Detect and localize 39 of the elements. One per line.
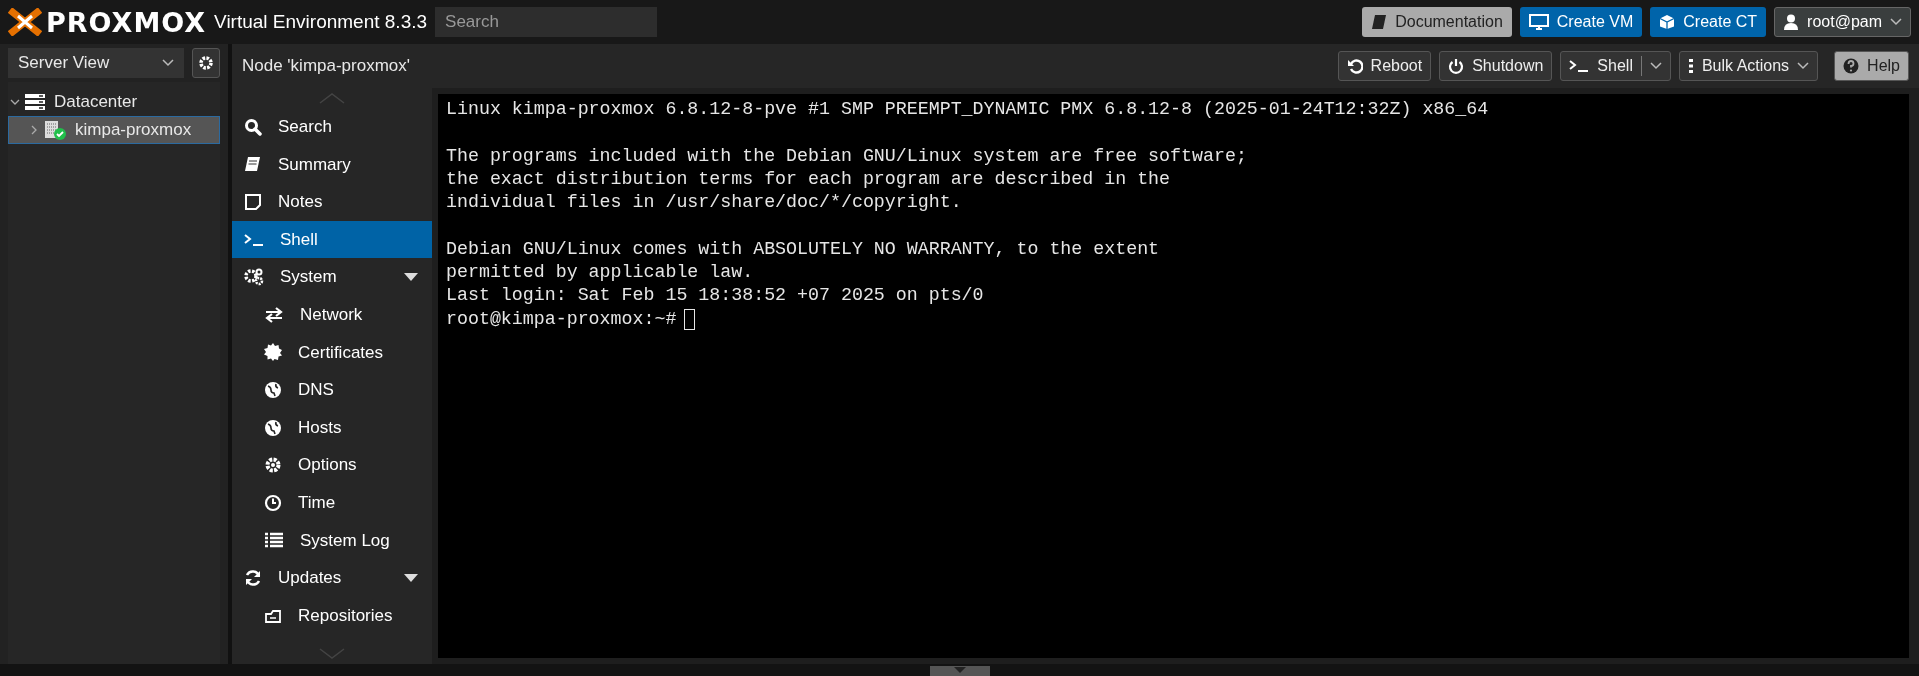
header-button[interactable]: root@pam — [1774, 7, 1911, 37]
header-button[interactable]: Documentation — [1362, 7, 1512, 37]
nav-item[interactable]: Options — [232, 446, 432, 484]
terminal-line: Last login: Sat Feb 15 18:38:52 +07 2025 on pts/0 — [446, 284, 985, 308]
toolbar-button[interactable]: Shutdown — [1439, 51, 1553, 81]
nav-item[interactable]: Notes — [232, 183, 432, 221]
toolbar-button[interactable]: Shell — [1560, 51, 1671, 81]
nav-item[interactable]: DNS — [232, 371, 432, 409]
terminal-line: the exact distribution terms for each program are described in the — [446, 167, 1172, 191]
nav-item[interactable]: System Log — [232, 521, 432, 560]
logo-text: PROXMOX — [46, 8, 207, 36]
terminal-line: The programs included with the Debian GNU/Linux system are free software; — [446, 144, 1248, 168]
product-name: Virtual Environment 8.3.3 — [214, 9, 428, 34]
terminal-line: permitted by applicable law. — [446, 261, 755, 285]
nav-item[interactable]: System — [232, 258, 432, 296]
nav-item[interactable]: Time — [232, 483, 432, 522]
search-field[interactable]: Search — [435, 7, 658, 37]
terminal-line: individual files in /usr/share/doc/*/copyright. — [446, 191, 963, 215]
toolbar-button[interactable]: Bulk Actions — [1678, 51, 1819, 81]
nav-item[interactable]: Summary — [232, 145, 432, 184]
nav-item[interactable]: Search — [232, 108, 432, 146]
toolbar-button[interactable]: Reboot — [1337, 51, 1432, 81]
tree-item[interactable]: kimpa-proxmox — [8, 116, 220, 144]
view-selector[interactable]: Server View — [8, 48, 184, 78]
terminal-line: Debian GNU/Linux comes with ABSOLUTELY NO WARRANTY, to the extent — [446, 237, 1161, 261]
nav-item[interactable]: Network — [232, 295, 432, 334]
nav-item[interactable]: Shell — [232, 220, 432, 259]
header-button[interactable]: Create CT — [1650, 7, 1767, 37]
nav-item[interactable]: Updates — [232, 559, 432, 597]
nav-item[interactable]: Repositories — [232, 596, 432, 635]
toolbar-button[interactable]: Help — [1834, 51, 1909, 81]
panel-title: Node 'kimpa-proxmox' — [242, 55, 412, 78]
nav-item[interactable]: Hosts — [232, 408, 432, 447]
view-label: Server View — [18, 52, 110, 75]
terminal-prompt: root@kimpa-proxmox:~# — [446, 307, 677, 331]
nav-item[interactable]: Certificates — [232, 333, 432, 372]
header-button[interactable]: Create VM — [1519, 7, 1643, 37]
terminal-line: Linux kimpa-proxmox 6.8.12-8-pve #1 SMP PREEMPT_DYNAMIC PMX 6.8.12-8 (2025-01-24T12:32Z) x86_64 — [446, 98, 1490, 121]
tree-item[interactable]: Datacenter — [8, 88, 220, 116]
